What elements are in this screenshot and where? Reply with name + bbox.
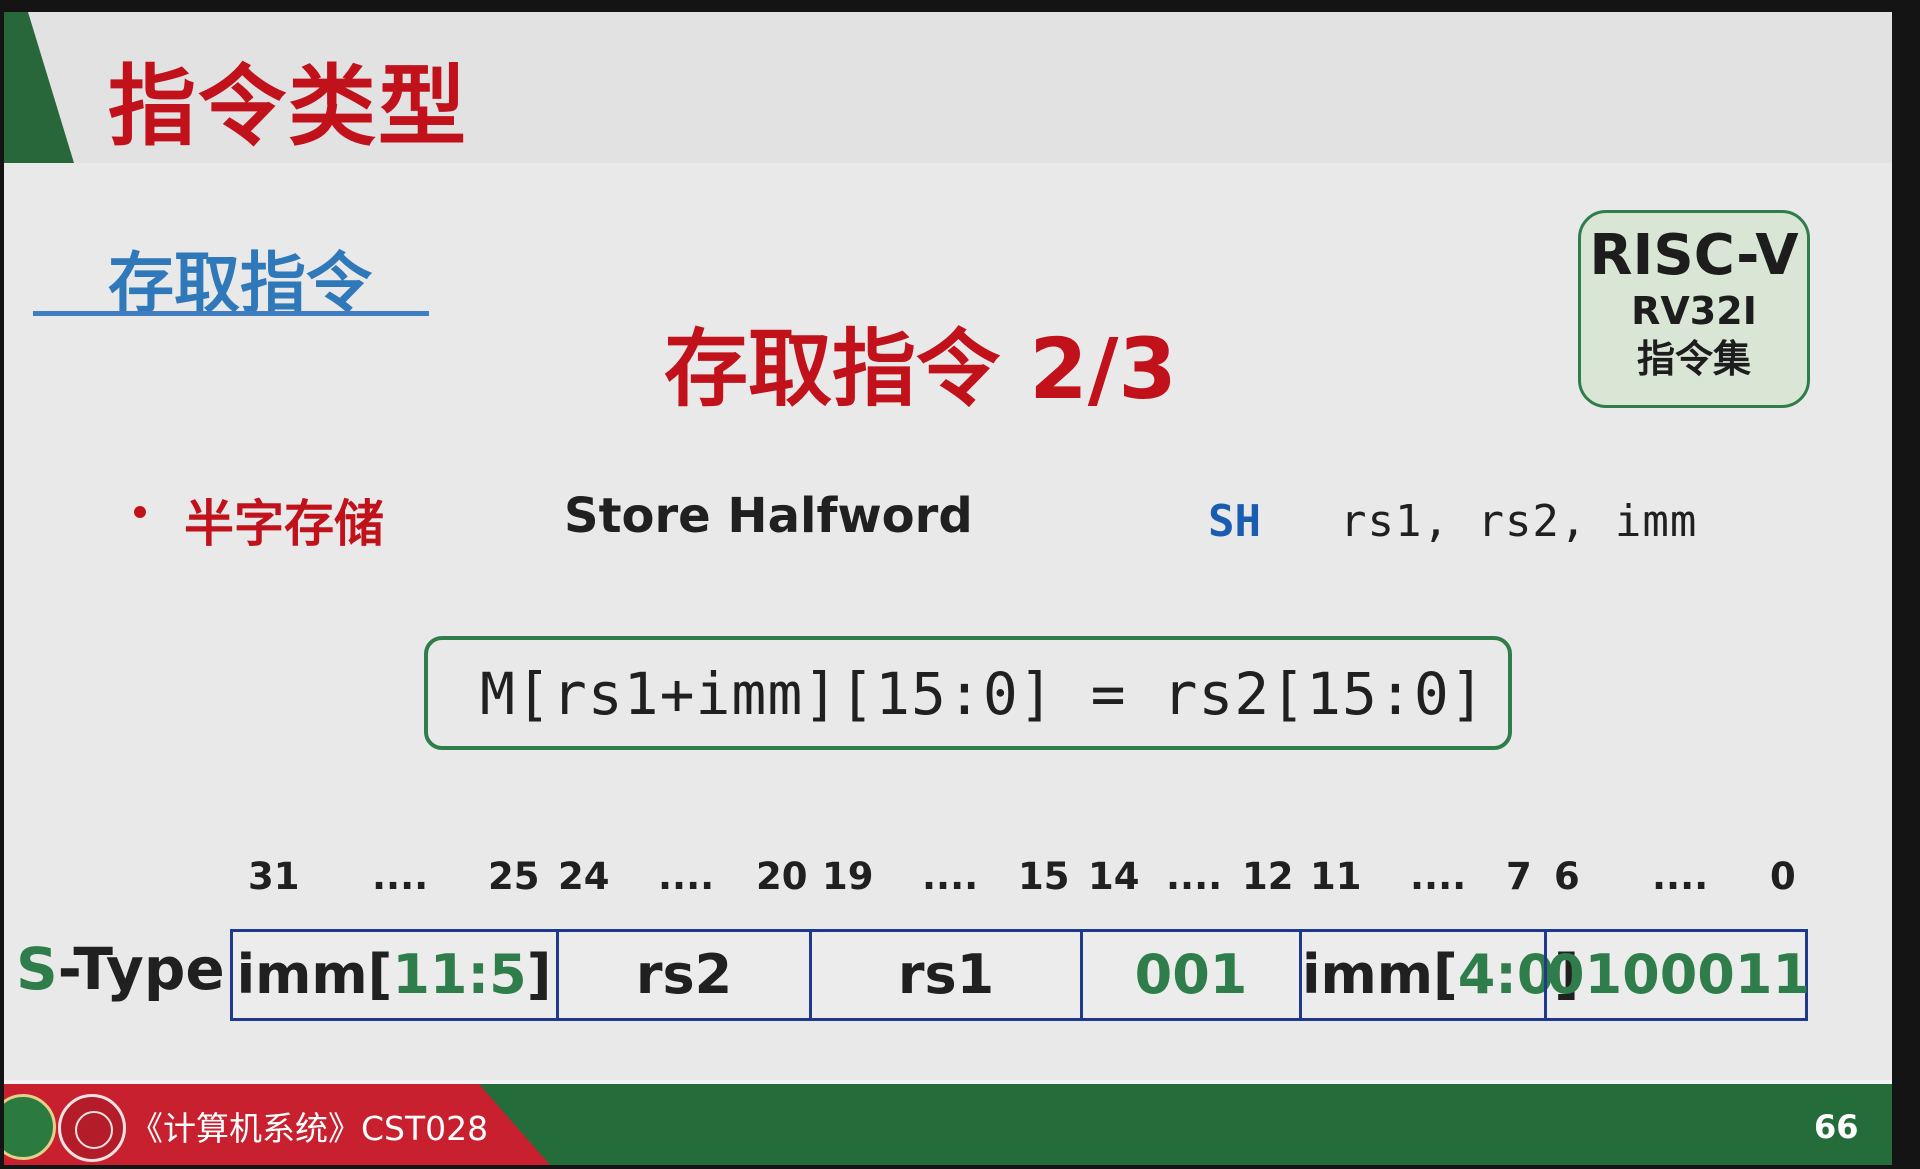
bit-label: 11 [1310, 855, 1362, 898]
bit-label: 24 [558, 855, 610, 898]
bit-label: 12 [1242, 855, 1294, 898]
encoding-fields: imm[11:5] rs2 rs1 001 imm[4:0] 0100011 [230, 929, 1811, 1021]
semantics-formula: M[rs1+imm][15:0] = rs2[15:0] [480, 660, 1486, 728]
format-suffix: -Type [57, 935, 225, 1003]
section-underline [33, 311, 429, 316]
field-imm-high: imm[11:5] [236, 943, 552, 1006]
slide-title: 指令类型 [108, 55, 469, 158]
bit-label: 14 [1088, 855, 1140, 898]
course-name: 《计算机系统》CST028 [130, 1109, 489, 1148]
format-prefix: S [16, 935, 58, 1003]
bit-label: 20 [756, 855, 808, 898]
field-rs2: rs2 [635, 943, 733, 1006]
instruction-operands: rs1, rs2, imm [1340, 496, 1698, 547]
bit-label: .... [1652, 855, 1709, 898]
risc-v-badge: RISC-V RV32I 指令集 [1578, 210, 1810, 408]
format-label: S-Type [16, 934, 225, 1004]
bit-label: 7 [1506, 855, 1532, 898]
bit-label: 19 [822, 855, 874, 898]
bit-label: .... [1166, 855, 1223, 898]
bit-label: .... [1410, 855, 1467, 898]
page-number: 66 [1814, 1108, 1859, 1146]
field-funct3: 001 [1134, 943, 1248, 1006]
slide: 指令类型 存取指令 存取指令 2/3 RISC-V RV32I 指令集 半字存储… [4, 12, 1892, 1165]
main-title: 存取指令 2/3 [664, 320, 1177, 418]
bit-label: .... [372, 855, 429, 898]
instruction-cn-name: 半字存储 [184, 495, 384, 553]
bit-label: 0 [1770, 855, 1796, 898]
field-imm-low: imm[4:0] [1302, 943, 1580, 1006]
field-rs1: rs1 [897, 943, 995, 1006]
school-emblem-icon [58, 1094, 126, 1162]
bit-label: 15 [1018, 855, 1070, 898]
instruction-opcode: SH [1208, 496, 1261, 547]
bit-label: .... [922, 855, 979, 898]
bit-label: 25 [488, 855, 540, 898]
bit-label: 6 [1554, 855, 1580, 898]
instruction-en-name: Store Halfword [564, 488, 973, 544]
badge-line3: 指令集 [1636, 337, 1751, 381]
badge-line1: RISC-V [1589, 223, 1799, 288]
bullet-icon [134, 506, 146, 518]
bit-label: 31 [248, 855, 300, 898]
badge-line2: RV32I [1631, 289, 1757, 333]
bit-label: .... [658, 855, 715, 898]
field-opcode: 0100011 [1547, 943, 1811, 1006]
